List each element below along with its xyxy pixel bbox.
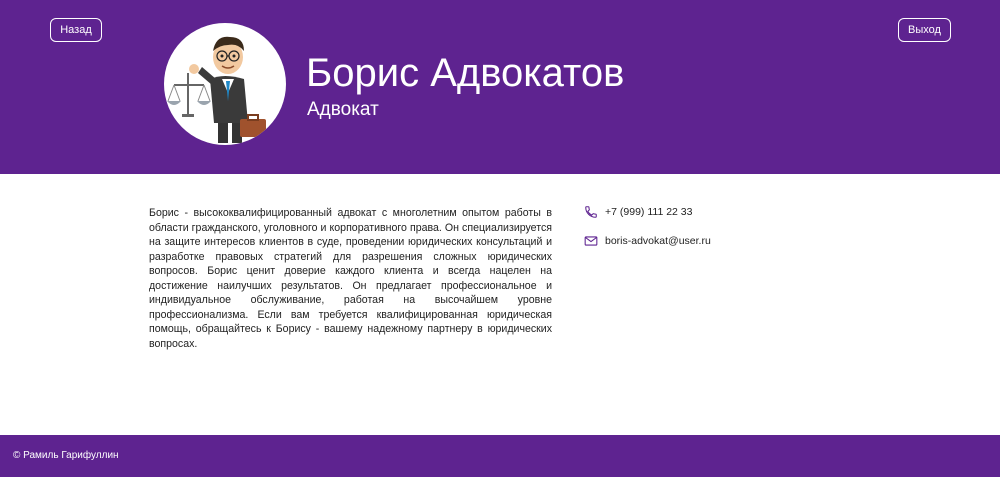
email-contact[interactable]: boris-advokat@user.ru: [584, 235, 711, 247]
back-button[interactable]: Назад: [50, 18, 102, 42]
profile-name: Борис Адвокатов: [306, 51, 625, 95]
exit-button[interactable]: Выход: [898, 18, 951, 42]
phone-number: +7 (999) 111 22 33: [605, 206, 693, 218]
phone-contact[interactable]: +7 (999) 111 22 33: [584, 205, 692, 219]
mail-icon: [584, 235, 598, 247]
profile-role: Адвокат: [307, 99, 379, 120]
phone-icon: [584, 205, 598, 219]
profile-header: Назад Борис Адвокатов Адвокат Выход: [0, 0, 1000, 174]
footer-copyright: © Рамиль Гарифуллин: [13, 450, 119, 461]
lawyer-illustration: [167, 36, 266, 143]
email-address: boris-advokat@user.ru: [605, 235, 711, 247]
avatar: [164, 23, 286, 145]
page-footer: © Рамиль Гарифуллин: [0, 435, 1000, 477]
profile-bio: Борис - высококвалифицированный адвокат …: [149, 207, 552, 350]
